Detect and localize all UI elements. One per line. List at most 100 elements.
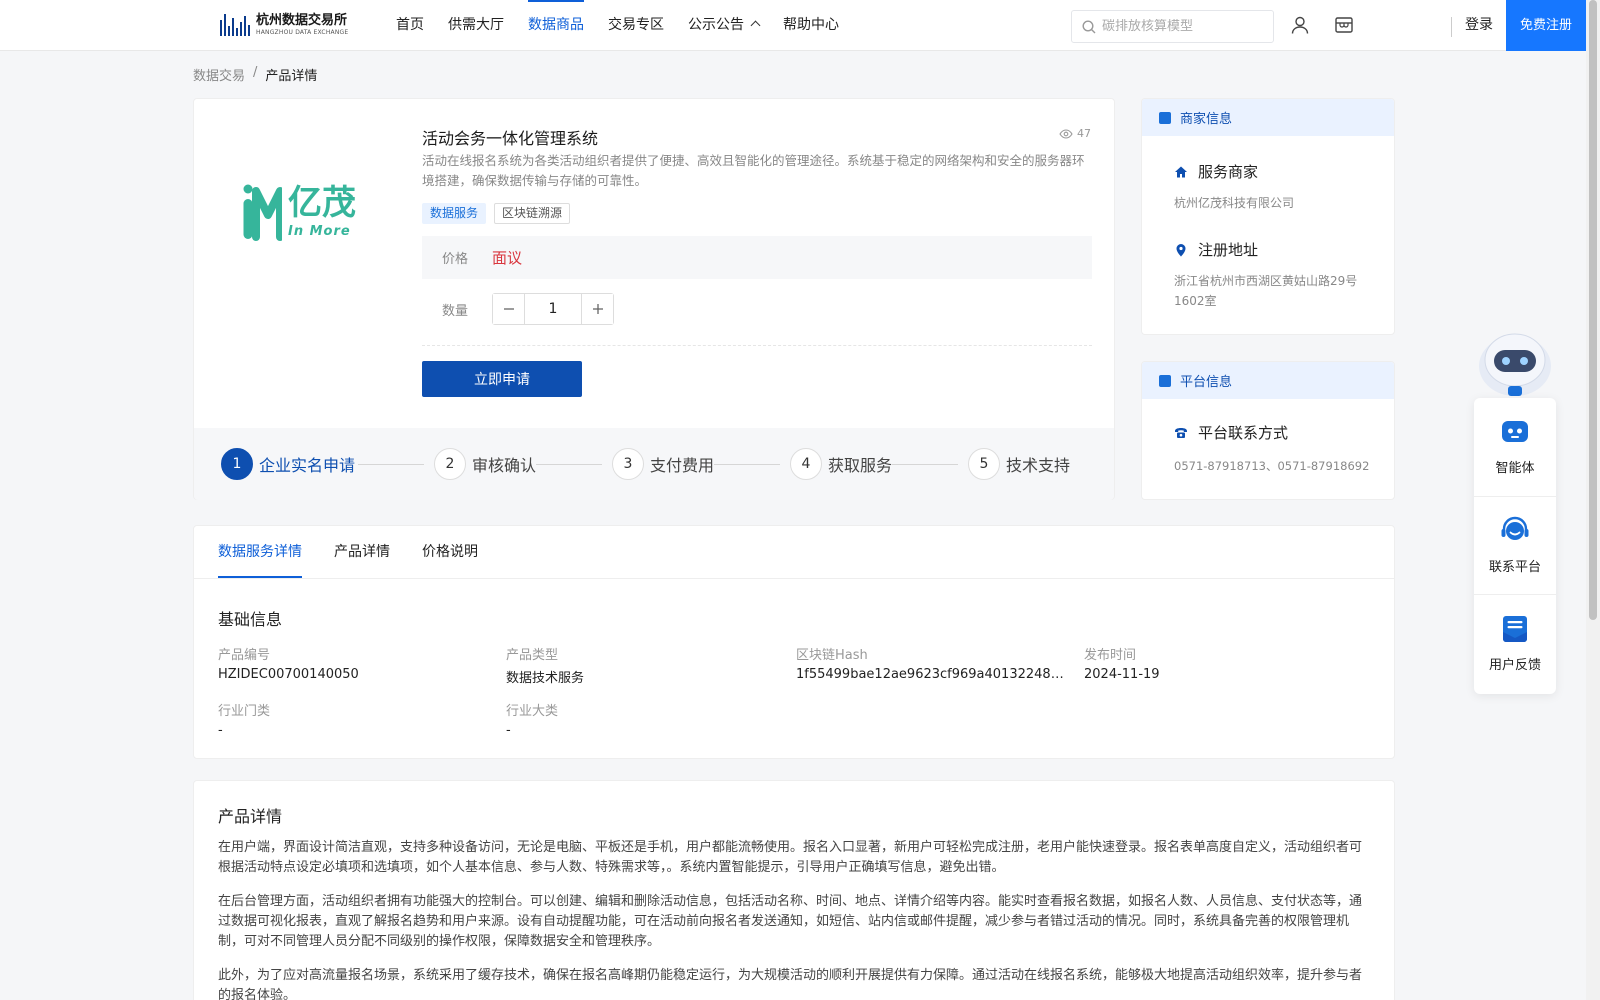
nav-data-products[interactable]: 数据商品	[528, 0, 584, 50]
quantity-row: 数量 1	[422, 293, 614, 325]
field-value: 数据技术服务	[506, 671, 585, 686]
platform-info-card: 平台信息 平台联系方式 0571-87918713、0571-87918692	[1141, 361, 1395, 500]
breadcrumb-current: 产品详情	[265, 69, 318, 84]
platform-info-header: 平台信息	[1142, 362, 1394, 399]
step-number: 2	[434, 448, 466, 480]
product-detail-card: 产品详情 在用户端，界面设计简洁直观，支持多种设备访问，无论是电脑、平板还是手机…	[193, 780, 1395, 1000]
quantity-input[interactable]: 1	[524, 294, 582, 324]
product-detail-title: 产品详情	[218, 807, 283, 826]
search-box[interactable]	[1071, 10, 1274, 43]
platform-contact-label: 平台联系方式	[1174, 422, 1288, 443]
register-button[interactable]: 免费注册	[1506, 0, 1586, 51]
plus-icon	[592, 304, 603, 314]
field-value: 1f55499bae12ae9623cf969a40132248221a5c7e	[796, 667, 1068, 682]
detail-paragraph: 在用户端，界面设计简洁直观，支持多种设备访问，无论是电脑、平板还是手机，用户都能…	[218, 840, 1363, 875]
field-label: 发布时间	[1084, 648, 1137, 663]
user-feedback-button[interactable]: 用户反馈	[1474, 595, 1556, 692]
tab-data-service-details[interactable]: 数据服务详情	[218, 526, 302, 579]
nav-home[interactable]: 首页	[396, 0, 424, 50]
location-pin-icon	[1176, 243, 1186, 256]
step-number: 1	[221, 448, 253, 480]
decrement-button[interactable]	[493, 294, 524, 324]
tag-data-service: 数据服务	[422, 203, 487, 224]
agent-label: 智能体	[1495, 461, 1535, 476]
search-input[interactable]	[1102, 19, 1262, 34]
breadcrumb-root[interactable]: 数据交易	[193, 65, 245, 84]
increment-button[interactable]	[582, 294, 613, 324]
price-row: 价格 面议	[422, 236, 1092, 279]
feedback-mail-icon	[1503, 616, 1527, 642]
site-logo[interactable]: 杭州数据交易所 HANGZHOU DATA EXCHANGE	[220, 11, 365, 39]
field-label: 区块链Hash	[796, 648, 868, 663]
product-description: 活动在线报名系统为各类活动组织者提供了便捷、高效且智能化的管理途径。系统基于稳定…	[422, 153, 1085, 188]
logo-text-en: HANGZHOU DATA EXCHANGE	[256, 29, 349, 36]
merchant-info-card: 商家信息 服务商家 杭州亿茂科技有限公司 注册地址 浙江省杭州市西湖区黄姑山路2…	[1141, 98, 1395, 335]
login-link[interactable]: 登录	[1465, 0, 1493, 50]
eye-icon	[1059, 128, 1073, 139]
service-merchant-value: 杭州亿茂科技有限公司	[1174, 196, 1295, 210]
nav-announcements[interactable]: 公示公告	[688, 0, 761, 50]
store-icon[interactable]	[1334, 15, 1354, 35]
product-logo: 亿茂 In More	[242, 179, 380, 245]
contact-platform-label: 联系平台	[1488, 560, 1541, 575]
user-feedback-label: 用户反馈	[1488, 658, 1541, 673]
home-icon	[1175, 166, 1187, 177]
step-connector	[358, 464, 424, 465]
platform-contact-text: 平台联系方式	[1198, 424, 1289, 442]
step-label: 获取服务	[828, 456, 893, 475]
detail-paragraph: 此外，为了应对高流量报名场景，系统采用了缓存技术，确保在报名高峰期仍能稳定运行，…	[218, 968, 1363, 1000]
step-2: 2 审核确认	[434, 448, 536, 480]
product-logo-en: In More	[288, 223, 351, 239]
field-value: -	[218, 723, 223, 738]
step-number: 5	[968, 448, 1000, 480]
apply-now-button[interactable]: 立即申请	[422, 361, 582, 397]
quantity-stepper: 1	[492, 293, 614, 325]
tab-price-description[interactable]: 价格说明	[422, 526, 478, 579]
step-label: 审核确认	[472, 456, 537, 475]
nav-help-center[interactable]: 帮助中心	[783, 0, 839, 50]
page-scrollbar[interactable]	[1586, 0, 1600, 1000]
breadcrumb: 数据交易 / 产品详情	[193, 65, 317, 84]
scrollbar-thumb[interactable]	[1589, 0, 1597, 620]
info-square-icon	[1159, 374, 1171, 387]
price-value: 面议	[492, 249, 523, 267]
platform-contact-value: 0571-87918713、0571-87918692	[1174, 459, 1370, 473]
tab-product-details[interactable]: 产品详情	[334, 526, 390, 579]
breadcrumb-separator: /	[253, 65, 258, 80]
detail-tabs: 数据服务详情 产品详情 价格说明	[218, 526, 510, 579]
phone-icon	[1175, 427, 1187, 438]
inmore-logo-icon	[243, 184, 282, 241]
contact-platform-button[interactable]: 联系平台	[1474, 497, 1556, 594]
platform-info-title: 平台信息	[1180, 375, 1233, 390]
product-tags: 数据服务 区块链溯源	[422, 203, 571, 224]
merchant-info-title: 商家信息	[1180, 112, 1233, 127]
step-5: 5 技术支持	[968, 448, 1070, 480]
registered-address-label: 注册地址	[1174, 239, 1258, 260]
service-merchant-label: 服务商家	[1174, 161, 1258, 182]
agent-button[interactable]: 智能体	[1474, 398, 1556, 495]
step-number: 3	[612, 448, 644, 480]
step-4: 4 获取服务	[790, 448, 892, 480]
step-number: 4	[790, 448, 822, 480]
field-label: 产品编号	[218, 648, 271, 663]
step-label: 企业实名申请	[259, 456, 356, 475]
service-details-card: 数据服务详情 产品详情 价格说明 基础信息 产品编号 HZIDEC0070014…	[193, 525, 1395, 759]
field-value: HZIDEC00700140050	[218, 667, 359, 682]
field-label: 行业门类	[218, 704, 271, 719]
logo-bars-icon	[220, 14, 250, 36]
nav-trade-zone[interactable]: 交易专区	[608, 0, 664, 50]
divider	[422, 345, 1092, 346]
step-connector	[892, 464, 958, 465]
detail-paragraph: 在后台管理方面，活动组织者拥有功能强大的控制台。可以创建、编辑和删除活动信息，包…	[218, 894, 1363, 949]
nav-supply-demand[interactable]: 供需大厅	[448, 0, 504, 50]
user-icon[interactable]	[1290, 15, 1310, 35]
step-label: 技术支持	[1006, 456, 1071, 475]
price-label: 价格	[442, 252, 469, 267]
service-merchant-text: 服务商家	[1198, 163, 1259, 181]
robot-mascot-icon[interactable]	[1474, 326, 1556, 402]
field-label: 行业大类	[506, 704, 559, 719]
header-separator	[1451, 17, 1452, 37]
info-square-icon	[1159, 111, 1171, 124]
field-value: -	[506, 723, 511, 738]
product-title: 活动会务一体化管理系统	[422, 129, 599, 148]
